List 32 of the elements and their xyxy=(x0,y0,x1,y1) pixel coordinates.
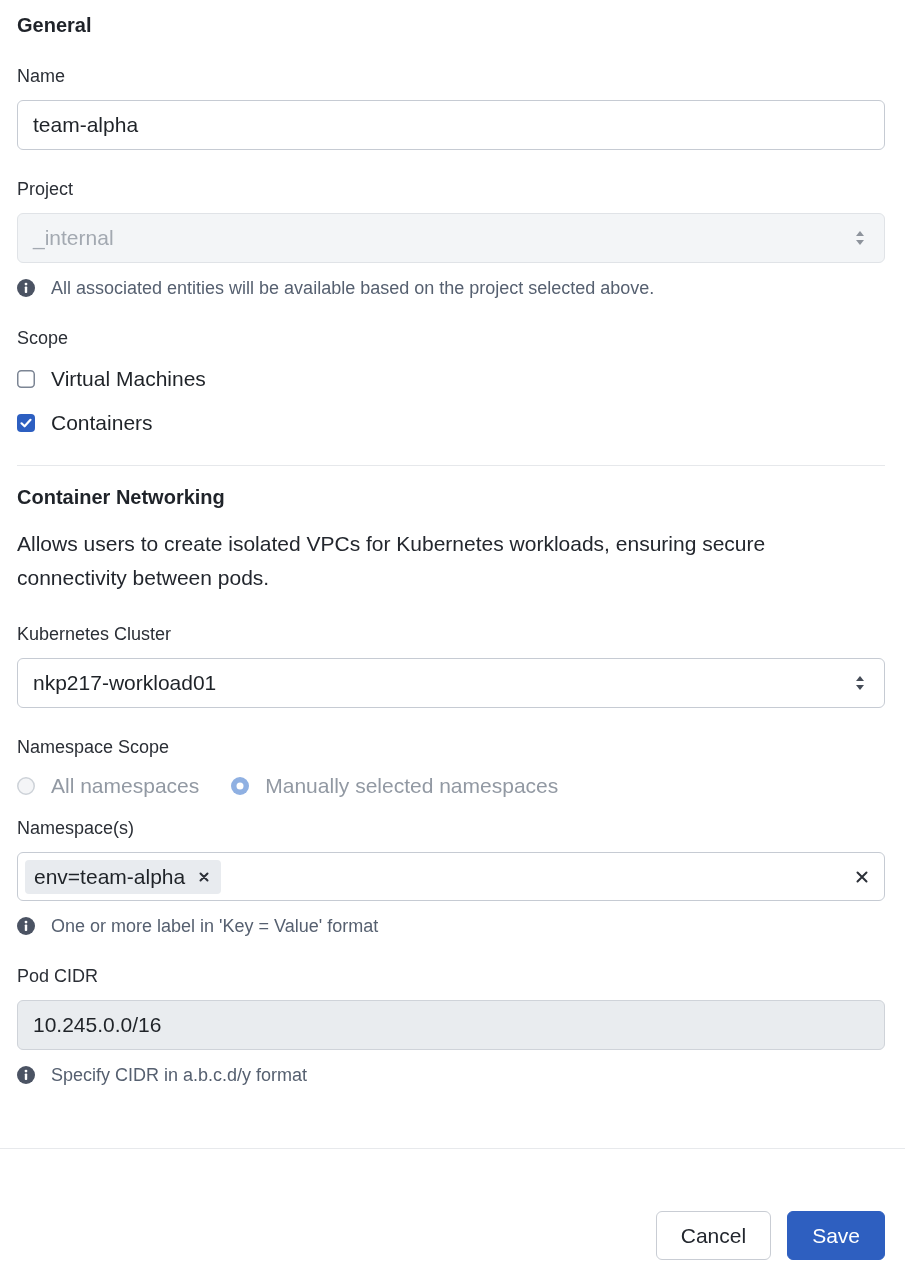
checkbox-label: Containers xyxy=(51,411,153,435)
hint-text: All associated entities will be available based on the project selected above. xyxy=(51,277,655,299)
section-heading: General xyxy=(17,13,93,37)
checkbox-label: Virtual Machines xyxy=(51,367,206,391)
field-label: Namespace Scope xyxy=(17,736,171,758)
cancel-button[interactable]: Cancel xyxy=(655,1211,772,1260)
radio-label: All namespaces xyxy=(51,774,200,798)
field-label: Namespace(s) xyxy=(17,817,136,839)
hint-text: One or more label in 'Key = Value' format xyxy=(51,915,379,937)
field-label: Name xyxy=(17,65,66,87)
info-icon xyxy=(17,279,35,297)
info-icon xyxy=(17,917,35,935)
hint-text: Specify CIDR in a.b.c.d/y format xyxy=(51,1064,308,1086)
caret-icon xyxy=(856,676,864,690)
text-input[interactable]: team-alpha xyxy=(17,100,885,150)
save-button[interactable]: Save xyxy=(787,1211,885,1260)
radio-label: Manually selected namespaces xyxy=(265,774,559,798)
checkbox[interactable] xyxy=(17,414,35,432)
section-heading: Container Networking xyxy=(17,485,226,509)
field-label: Kubernetes Cluster xyxy=(17,623,173,645)
info-icon xyxy=(17,1066,35,1084)
field-label: Pod CIDR xyxy=(17,965,100,987)
select-field[interactable]: nkp217-workload01 xyxy=(17,658,885,708)
tag-label: env=team-alpha xyxy=(34,864,186,889)
field-label: Project xyxy=(17,178,75,200)
checkbox[interactable] xyxy=(17,370,35,388)
field-label: Scope xyxy=(17,327,70,349)
tag-input[interactable]: env=team-alpha xyxy=(17,852,885,901)
caret-icon xyxy=(856,231,864,245)
close-icon[interactable] xyxy=(199,871,210,882)
close-icon[interactable] xyxy=(856,870,868,883)
section-description: Allows users to create isolated VPCs for Kubernetes workloads, ensuring secure connectivity between pods. xyxy=(17,531,767,591)
